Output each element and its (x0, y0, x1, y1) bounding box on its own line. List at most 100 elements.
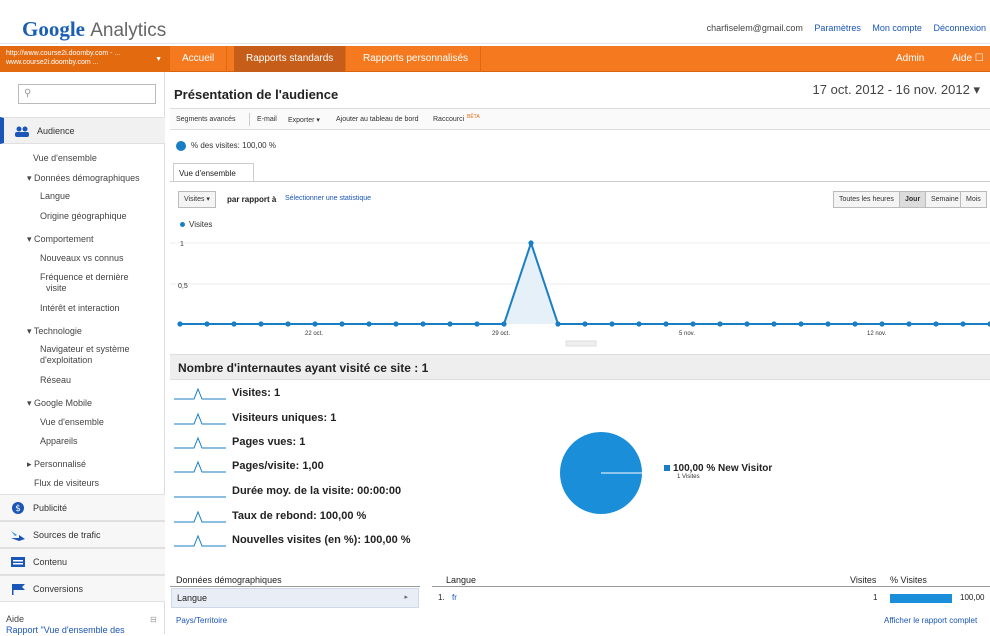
sidebar-item-location[interactable]: Origine géographique (40, 211, 127, 222)
hourly-button[interactable]: Toutes les heures (833, 191, 900, 208)
my-account-link[interactable]: Mon compte (872, 23, 922, 33)
chart-point[interactable] (609, 321, 615, 327)
sidebar-item-mobile-overview[interactable]: Vue d'ensemble (40, 417, 104, 428)
summary-metric[interactable]: Taux de rebond: 100,00 % (174, 508, 574, 528)
sidebar-section-content[interactable]: Contenu (0, 548, 165, 575)
summary-metric[interactable]: Visiteurs uniques: 1 (174, 410, 574, 430)
sidebar-item-frequency[interactable]: Fréquence et dernière visite (40, 272, 129, 294)
email-button[interactable]: E-mail (257, 116, 277, 123)
chart-point[interactable] (420, 321, 426, 327)
chart-point[interactable] (744, 321, 750, 327)
logout-link[interactable]: Déconnexion (933, 23, 986, 33)
sidebar-item-custom[interactable]: ▸ Personnalisé (27, 459, 86, 470)
x-tick-22oct: 22 oct. (305, 331, 323, 337)
sidebar-item-demographics[interactable]: ▾ Données démographiques (27, 173, 140, 184)
row-language-link[interactable]: fr (452, 593, 457, 602)
compare-label: par rapport à (227, 195, 277, 204)
chart-point[interactable] (258, 321, 264, 327)
summary-metric[interactable]: Visites: 1 (174, 385, 574, 405)
sidebar-item-devices[interactable]: Appareils (40, 436, 78, 447)
sidebar-item-new-vs-returning[interactable]: Nouveaux vs connus (40, 253, 124, 264)
sidebar-section-advertising[interactable]: $ Publicité (0, 494, 165, 521)
chart-point[interactable] (177, 321, 183, 327)
add-to-dashboard-button[interactable]: Ajouter au tableau de bord (336, 116, 419, 123)
summary-metric[interactable]: Durée moy. de la visite: 00:00:00 (174, 483, 574, 503)
export-button[interactable]: Exporter ▾ (288, 116, 320, 124)
chart-point[interactable] (798, 321, 804, 327)
chart-point[interactable] (528, 240, 534, 246)
chart-point[interactable] (933, 321, 939, 327)
chart-point[interactable] (501, 321, 507, 327)
visits-line-chart: 1 0,5 22 oct. 29 oct. 5 nov. 12 nov. (170, 239, 990, 347)
metric-dropdown[interactable]: Visites ▾ (178, 191, 216, 208)
account-selector[interactable]: http://www.course2i.doomby.com - ... www… (0, 46, 170, 72)
chart-point[interactable] (339, 321, 345, 327)
chart-point[interactable] (663, 321, 669, 327)
collapse-icon[interactable]: ⊟ (150, 614, 157, 625)
chart-point[interactable] (771, 321, 777, 327)
sidebar-section-audience[interactable]: Audience (0, 117, 165, 144)
chart-point[interactable] (852, 321, 858, 327)
day-button[interactable]: Jour (899, 191, 927, 208)
summary-metric[interactable]: Pages/visite: 1,00 (174, 458, 574, 478)
sidebar-item-visitors-flow[interactable]: Flux de visiteurs (34, 478, 99, 489)
settings-link[interactable]: Paramètres (814, 23, 861, 33)
table-row: Langue ▸ 1. fr 1 100,00 (170, 588, 990, 608)
traffic-arrows-icon (11, 531, 25, 541)
chart-point[interactable] (555, 321, 561, 327)
chart-point[interactable] (231, 321, 237, 327)
chart-point[interactable] (312, 321, 318, 327)
country-link[interactable]: Pays/Territoire (176, 616, 227, 625)
summary-metric-label: Visites: 1 (232, 387, 281, 399)
dimension-language[interactable]: Langue ▸ (171, 588, 419, 608)
tab-home[interactable]: Accueil (170, 46, 228, 72)
select-metric-link[interactable]: Sélectionner une statistique (285, 195, 371, 202)
help-article-link[interactable]: Rapport "Vue d'ensemble des (6, 625, 125, 636)
chart-resize-handle[interactable] (565, 340, 597, 347)
chart-point[interactable] (393, 321, 399, 327)
month-button[interactable]: Mois (960, 191, 987, 208)
shortcut-button[interactable]: Raccourci (433, 116, 464, 123)
chart-point[interactable] (636, 321, 642, 327)
search-input[interactable]: ⚲ (18, 84, 156, 104)
admin-link[interactable]: Admin (896, 46, 924, 72)
chart-point[interactable] (906, 321, 912, 327)
row-percent: 100,00 (960, 593, 985, 602)
x-tick-12nov: 12 nov. (867, 331, 887, 337)
chart-point[interactable] (582, 321, 588, 327)
full-report-link[interactable]: Afficher le rapport complet (884, 616, 977, 625)
legend-dot (180, 222, 185, 228)
chart-point[interactable] (447, 321, 453, 327)
tab-overview[interactable]: Vue d'ensemble (173, 163, 254, 182)
sidebar-item-language[interactable]: Langue (40, 191, 70, 202)
sidebar-section-traffic[interactable]: Sources de trafic (0, 521, 165, 548)
chart-point[interactable] (366, 321, 372, 327)
week-button[interactable]: Semaine (925, 191, 965, 208)
chart-point[interactable] (960, 321, 966, 327)
summary-metric[interactable]: Pages vues: 1 (174, 434, 574, 454)
chart-point[interactable] (690, 321, 696, 327)
google-analytics-logo[interactable]: Google Analytics (22, 17, 166, 42)
sidebar-label-conversions: Conversions (33, 584, 84, 594)
chart-point[interactable] (717, 321, 723, 327)
sidebar-item-behavior[interactable]: ▾ Comportement (27, 234, 94, 245)
chart-point[interactable] (285, 321, 291, 327)
summary-metric[interactable]: Nouvelles visites (en %): 100,00 % (174, 532, 574, 552)
sidebar-item-mobile[interactable]: ▾ Google Mobile (27, 398, 92, 409)
sidebar-item-browser-os[interactable]: Navigateur et système d'exploitation (40, 344, 130, 366)
sidebar-item-network[interactable]: Réseau (40, 375, 71, 386)
help-link[interactable]: Aide ☐ (952, 46, 984, 72)
sidebar-item-technology[interactable]: ▾ Technologie (27, 326, 82, 337)
sidebar-item-engagement[interactable]: Intérêt et interaction (40, 303, 120, 314)
advanced-segments-button[interactable]: Segments avancés (176, 116, 236, 123)
sidebar-section-conversions[interactable]: Conversions (0, 575, 165, 602)
tab-standard-reports[interactable]: Rapports standards (234, 46, 347, 72)
sidebar-item-overview[interactable]: Vue d'ensemble (33, 153, 97, 164)
segment-indicator: % des visites: 100,00 % (176, 141, 276, 151)
chart-point[interactable] (879, 321, 885, 327)
chart-point[interactable] (825, 321, 831, 327)
tab-custom-reports[interactable]: Rapports personnalisés (351, 46, 482, 72)
chart-point[interactable] (474, 321, 480, 327)
date-range-picker[interactable]: 17 oct. 2012 - 16 nov. 2012 ▾ (813, 82, 980, 98)
chart-point[interactable] (204, 321, 210, 327)
